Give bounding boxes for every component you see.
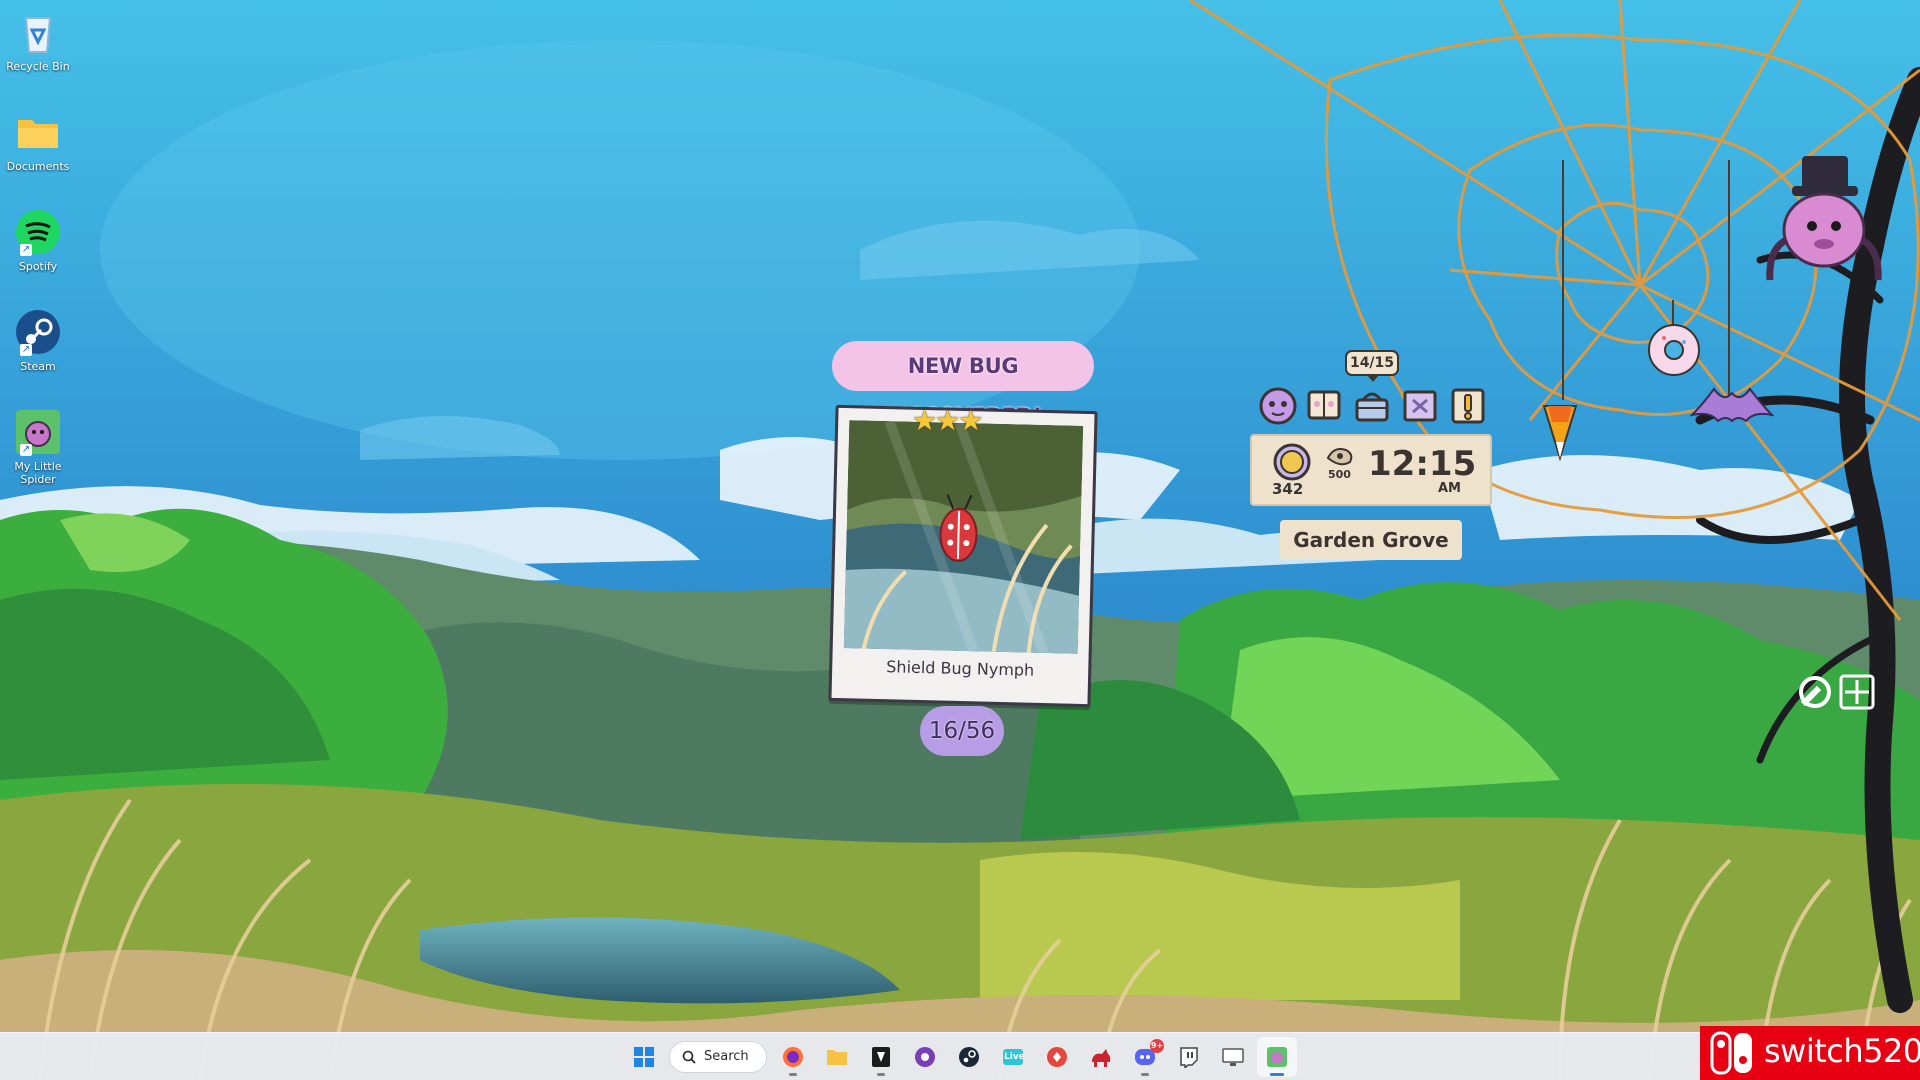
search-label: Search: [704, 1049, 749, 1064]
desktop-icon-label: Recycle Bin: [6, 60, 70, 73]
taskbar-app-twitch[interactable]: [1169, 1037, 1209, 1077]
taskbar-app-red[interactable]: [1037, 1037, 1077, 1077]
obs-icon: [915, 1047, 935, 1067]
firefox-icon: [783, 1047, 803, 1067]
shortcut-arrow-icon: ↗: [20, 244, 32, 256]
switch-logo-icon: [1710, 1031, 1752, 1075]
live-label: Live: [1004, 1052, 1025, 1062]
watermark-text: switch520: [1764, 1032, 1920, 1070]
spider-game-icon: [1267, 1047, 1287, 1067]
journal-icon[interactable]: [1303, 384, 1345, 426]
quest-count-badge: 14/15: [1345, 350, 1399, 382]
desktop-icon-steam[interactable]: ↗ Steam: [4, 308, 72, 373]
shortcut-arrow-icon: ↗: [20, 344, 32, 356]
taskbar-app-steam[interactable]: [949, 1037, 989, 1077]
running-indicator: [1141, 1073, 1149, 1076]
notification-badge: 9+: [1150, 1039, 1164, 1053]
search-icon: [682, 1050, 696, 1064]
running-indicator: [1270, 1073, 1284, 1076]
coin-capacity: 500: [1328, 468, 1351, 481]
twitch-icon: [1180, 1047, 1198, 1068]
move-icon[interactable]: [1839, 674, 1875, 710]
widget-menu: [1257, 384, 1489, 430]
windows-icon: [634, 1047, 654, 1067]
spider-mascot[interactable]: [1764, 150, 1884, 290]
location-label: Garden Grove: [1280, 520, 1462, 560]
wrench-icon[interactable]: [1799, 676, 1831, 708]
shop-basket-icon[interactable]: [1351, 384, 1393, 426]
start-button[interactable]: [624, 1037, 664, 1077]
taskbar-app-epic-games[interactable]: [861, 1037, 901, 1077]
coin-bag-icon: [1326, 448, 1353, 466]
red-animal-icon: [1092, 1049, 1111, 1067]
taskbar-app-firefox[interactable]: [773, 1037, 813, 1077]
bug-photo: [843, 420, 1084, 654]
taskbar-app-spider-game[interactable]: [1257, 1037, 1297, 1077]
recycle-bin-icon: [14, 8, 62, 56]
epic-games-icon: [872, 1047, 890, 1067]
taskbar-app-monitor[interactable]: [1213, 1037, 1253, 1077]
taskbar-app-file-explorer[interactable]: [817, 1037, 857, 1077]
red-app-icon: [1047, 1047, 1067, 1067]
taskbar-app-live[interactable]: Live: [993, 1037, 1033, 1077]
spotify-icon: ↗: [14, 208, 62, 256]
desktop-icon-label: Steam: [20, 360, 56, 373]
taskbar-app-obs[interactable]: [905, 1037, 945, 1077]
taskbar-search[interactable]: Search: [669, 1041, 767, 1073]
watermark: switch520: [1700, 1026, 1920, 1080]
shortcut-arrow-icon: ↗: [20, 444, 32, 456]
clock-ampm: AM: [1438, 481, 1461, 496]
taskbar: Search Live 9+: [0, 1032, 1920, 1080]
folder-icon: [827, 1050, 847, 1065]
desktop-icon-recycle-bin[interactable]: Recycle Bin: [4, 8, 72, 73]
desktop-icon-label: My Little Spider: [14, 460, 62, 486]
desktop-icon-my-little-spider[interactable]: ↗ My Little Spider: [4, 408, 72, 486]
donut-icon: [1648, 324, 1700, 376]
desktop-icon-documents[interactable]: Documents: [4, 108, 72, 173]
new-bug-banner: NEW BUG DISCOVERED!: [832, 341, 1094, 428]
bug-name: Shield Bug Nymph: [886, 657, 1035, 680]
steam-icon: [959, 1047, 979, 1067]
spider-face-icon[interactable]: [1257, 384, 1299, 426]
taskbar-app-red-animal[interactable]: [1081, 1037, 1121, 1077]
bug-discovery-card[interactable]: Shield Bug Nymph: [828, 404, 1098, 708]
taskbar-app-discord[interactable]: 9+: [1125, 1037, 1165, 1077]
steam-icon: ↗: [14, 308, 62, 356]
star-rating: ★★★: [912, 404, 983, 437]
alert-icon[interactable]: [1447, 384, 1489, 426]
folder-icon: [14, 108, 62, 156]
monitor-icon: [1222, 1048, 1244, 1066]
running-indicator: [789, 1073, 797, 1076]
bug-collection-count: 16/56: [920, 706, 1004, 756]
bat-icon: [1690, 387, 1774, 423]
spider-game-icon: ↗: [14, 408, 62, 456]
desktop-icon-label: Documents: [6, 160, 70, 173]
map-icon[interactable]: [1399, 384, 1441, 426]
widget-tools: [1799, 674, 1875, 710]
running-indicator: [877, 1073, 885, 1076]
status-panel: 342 500 12:15 AM: [1250, 434, 1492, 506]
coin-icon: [1273, 443, 1311, 481]
clock-time: 12:15: [1368, 444, 1477, 484]
candy-corn-icon: [1542, 405, 1578, 462]
coin-count: 342: [1272, 480, 1304, 498]
desktop-icon-label: Spotify: [18, 260, 58, 273]
desktop-icon-spotify[interactable]: ↗ Spotify: [4, 208, 72, 273]
